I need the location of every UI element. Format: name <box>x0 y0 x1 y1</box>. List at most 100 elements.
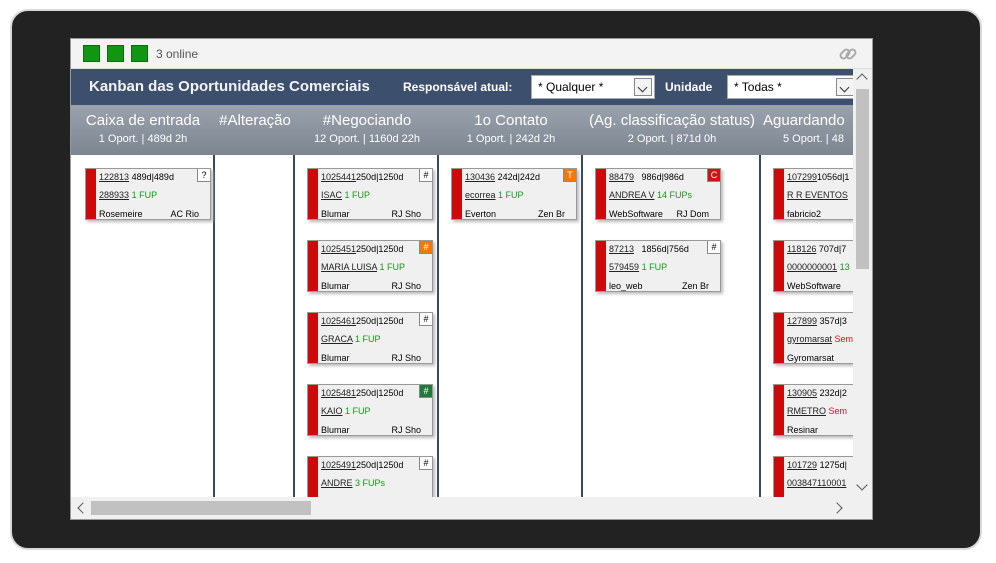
card-client-link[interactable]: ecorrea <box>465 190 496 200</box>
kanban-board: 122813 489d|489d ? 288933 1 FUP Rosemeir… <box>71 155 853 497</box>
opportunity-card[interactable]: 118126 707d|7 0000000001 13 WebSoftware <box>773 240 853 292</box>
opportunity-card[interactable]: 87213 1856d|756d # 579459 1 FUP leo_web Z… <box>595 240 721 292</box>
opportunity-card[interactable]: 1025491250d|1250d # ANDRE 3 FUPs <box>307 456 433 497</box>
card-status-badge[interactable]: # <box>419 385 432 398</box>
card-color-bar <box>596 241 606 291</box>
card-client-link[interactable]: MARIA LUISA <box>321 262 377 272</box>
card-client-link[interactable]: ANDREA V <box>609 190 655 200</box>
opportunity-card[interactable]: 88479 986d|986d C ANDREA V 14 FUPs WebSo… <box>595 168 721 220</box>
horizontal-scrollbar[interactable] <box>71 497 872 519</box>
card-client-link[interactable]: ISAC <box>321 190 342 200</box>
scroll-up-icon[interactable] <box>856 73 868 85</box>
scroll-left-icon[interactable] <box>77 502 89 514</box>
card-id-link[interactable]: 88479 <box>609 172 634 182</box>
horizontal-scroll-thumb[interactable] <box>91 501 311 515</box>
scroll-right-icon[interactable] <box>831 502 843 514</box>
card-id-link[interactable]: 1025451 <box>321 244 356 254</box>
opportunity-card[interactable]: 1025441250d|1250d # ISAC 1 FUP Blumar RJ … <box>307 168 433 220</box>
opportunity-card[interactable]: 1025451250d|1250d # MARIA LUISA 1 FUP Bl… <box>307 240 433 292</box>
card-color-bar <box>308 241 318 291</box>
column-header-ag-classificacao: (Ag. classificação status) 2 Oport. | 87… <box>583 105 761 155</box>
column-divider <box>213 155 215 497</box>
column-stats: 5 Oport. | 48 <box>783 133 844 145</box>
card-id-link[interactable]: 118126 <box>787 244 816 254</box>
card-id-link[interactable]: 1025461 <box>321 316 356 326</box>
card-client-link[interactable]: 288933 <box>99 190 129 200</box>
card-color-bar <box>308 313 318 363</box>
card-time: 250d|1250d <box>356 388 404 398</box>
column-stats: 2 Oport. | 871d 0h <box>627 133 717 145</box>
card-color-bar <box>452 169 462 219</box>
column-divider <box>437 155 439 497</box>
scroll-down-icon[interactable] <box>856 479 868 491</box>
card-id-link[interactable]: 122813 <box>99 172 129 182</box>
card-fup-count[interactable]: Sem <box>829 406 848 416</box>
opportunity-card[interactable]: 130436 242d|242d T ecorrea 1 FUP Everton… <box>451 168 577 220</box>
card-id-link[interactable]: 130905 <box>787 388 817 398</box>
card-fup-count[interactable]: 1 FUP <box>345 190 371 200</box>
card-id-link[interactable]: 87213 <box>609 244 634 254</box>
card-id-link[interactable]: 1025441 <box>321 172 356 182</box>
chevron-down-icon <box>836 78 854 96</box>
card-fup-count[interactable]: 1 FUP <box>380 262 406 272</box>
card-client-link[interactable]: 579459 <box>609 262 639 272</box>
online-count: 3 online <box>156 47 199 61</box>
card-status-badge[interactable]: T <box>563 169 576 182</box>
column-header-1o-contato: 1o Contato 1 Oport. | 242d 2h <box>439 105 583 155</box>
card-time: 1056d|1 <box>817 172 850 182</box>
card-fup-count[interactable]: 14 FUPs <box>657 190 692 200</box>
card-client-link[interactable]: ANDRE <box>321 478 353 488</box>
card-id-link[interactable]: 107299 <box>787 172 817 182</box>
card-fup-count[interactable]: 1 FUP <box>642 262 668 272</box>
column-title: #Alteração <box>219 112 291 129</box>
card-time: 250d|1250d <box>356 460 404 470</box>
opportunity-card[interactable]: 101729 1275d| 003847110001 <box>773 456 853 497</box>
card-client-link[interactable]: R R EVENTOS <box>787 190 848 200</box>
card-fup-count[interactable]: 1 FUP <box>132 190 158 200</box>
vertical-scroll-thumb[interactable] <box>856 89 869 269</box>
card-time: 1856d|756d <box>641 244 689 254</box>
card-status-badge[interactable]: # <box>419 313 432 326</box>
card-status-badge[interactable]: # <box>707 241 720 254</box>
card-unit: RJ Sho <box>391 425 421 435</box>
vertical-scrollbar[interactable] <box>853 69 872 497</box>
card-time: 357d|3 <box>819 316 847 326</box>
card-fup-count[interactable]: 1 FUP <box>345 406 371 416</box>
card-status-badge[interactable]: # <box>419 457 432 470</box>
opportunity-card[interactable]: 1025481250d|1250d # KAIO 1 FUP Blumar RJ … <box>307 384 433 436</box>
card-client-link[interactable]: RMETRO <box>787 406 826 416</box>
card-client-link[interactable]: 0000000001 <box>787 262 837 272</box>
card-client-link[interactable]: gyromarsat <box>787 334 832 344</box>
responsavel-select[interactable]: * Qualquer * <box>531 75 655 99</box>
card-color-bar <box>774 457 784 497</box>
link-icon[interactable] <box>838 44 858 64</box>
card-fup-count[interactable]: 1 FUP <box>498 190 524 200</box>
card-status-badge[interactable]: ? <box>197 169 210 182</box>
card-client-link[interactable]: KAIO <box>321 406 343 416</box>
opportunity-card[interactable]: 1072991056d|1 R R EVENTOS fabricio2 <box>773 168 853 220</box>
opportunity-card[interactable]: 127899 357d|3 gyromarsat Sem Gyromarsat <box>773 312 853 364</box>
card-fup-count[interactable]: 3 FUPs <box>355 478 385 488</box>
card-client-link[interactable]: 003847110001 <box>787 478 846 488</box>
card-id-link[interactable]: 1025491 <box>321 460 356 470</box>
card-fup-count[interactable]: Sem <box>835 334 853 344</box>
card-status-badge[interactable]: C <box>707 169 720 182</box>
card-user: leo_web <box>609 281 643 291</box>
card-id-link[interactable]: 130436 <box>465 172 495 182</box>
unidade-select[interactable]: * Todas * <box>727 75 857 99</box>
card-time: 1275d| <box>819 460 847 470</box>
card-time: 250d|1250d <box>356 244 404 254</box>
card-id-link[interactable]: 1025481 <box>321 388 356 398</box>
opportunity-card[interactable]: 1025461250d|1250d # GRACA 1 FUP Blumar RJ… <box>307 312 433 364</box>
card-status-badge[interactable]: # <box>419 241 432 254</box>
card-fup-count[interactable]: 13 <box>840 262 850 272</box>
status-square-1 <box>83 45 100 62</box>
card-status-badge[interactable]: # <box>419 169 432 182</box>
card-fup-count[interactable]: 1 FUP <box>355 334 381 344</box>
card-id-link[interactable]: 127899 <box>787 316 817 326</box>
card-time: 242d|242d <box>497 172 540 182</box>
card-client-link[interactable]: GRACA <box>321 334 353 344</box>
opportunity-card[interactable]: 122813 489d|489d ? 288933 1 FUP Rosemeir… <box>85 168 211 220</box>
card-id-link[interactable]: 101729 <box>787 460 817 470</box>
opportunity-card[interactable]: 130905 232d|2 RMETRO Sem Resinar <box>773 384 853 436</box>
